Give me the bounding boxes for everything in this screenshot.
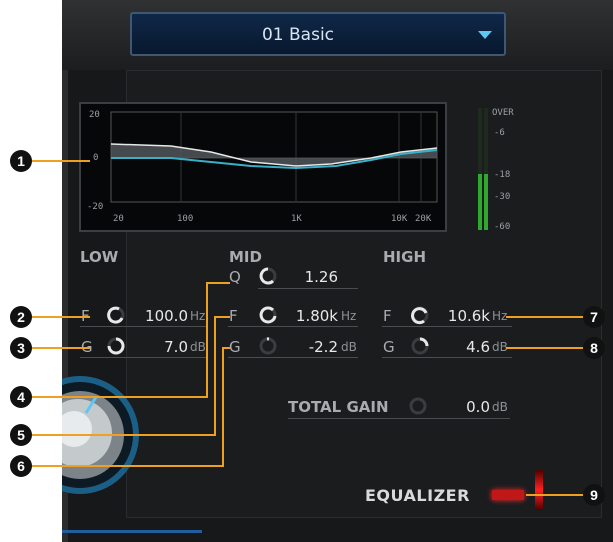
- low-f-value[interactable]: 100.0: [130, 307, 188, 325]
- mid-f-knob[interactable]: [258, 305, 278, 325]
- callout-6: 6: [10, 455, 32, 477]
- mid-f-label: F: [229, 307, 238, 325]
- bottom-accent-bar: [62, 530, 202, 533]
- total-gain-unit: dB: [492, 400, 508, 414]
- band-title-low: LOW: [80, 248, 119, 266]
- callout-5: 5: [10, 424, 32, 446]
- callout-line-1: [32, 160, 90, 162]
- meter-label-30: -30: [494, 192, 511, 202]
- callout-line-5-b: [32, 434, 216, 436]
- high-g-underline: [382, 357, 512, 358]
- equalizer-glow: [535, 470, 543, 510]
- mid-f-unit: Hz: [341, 309, 357, 323]
- mid-q-value[interactable]: 1.26: [290, 268, 338, 286]
- total-gain-knob[interactable]: [408, 396, 428, 416]
- high-f-knob[interactable]: [410, 305, 430, 325]
- mid-q-underline: [258, 288, 358, 289]
- high-f-value[interactable]: 10.6k: [436, 307, 490, 325]
- x-label-1k: 1K: [291, 214, 302, 224]
- callout-line-6-b: [32, 465, 224, 467]
- callout-line-5-v: [214, 316, 216, 436]
- callout-2: 2: [10, 306, 32, 328]
- mid-q-label: Q: [229, 268, 241, 286]
- callout-line-6-v: [222, 347, 224, 467]
- equalizer-label: EQUALIZER: [365, 486, 470, 505]
- total-gain-label: TOTAL GAIN: [288, 398, 389, 416]
- meter-label-18: -18: [494, 170, 511, 180]
- total-gain-underline: [288, 418, 510, 419]
- mid-g-value[interactable]: -2.2: [284, 338, 338, 356]
- callout-line-5-h: [214, 316, 230, 318]
- page-margin-mask: [0, 370, 62, 510]
- low-g-unit: dB: [190, 340, 206, 354]
- callout-line-2: [32, 316, 90, 318]
- callout-1: 1: [10, 150, 32, 172]
- callout-line-9: [526, 494, 584, 496]
- x-label-100: 100: [177, 214, 194, 224]
- x-label-20: 20: [113, 214, 124, 224]
- y-label-bottom: -20: [87, 202, 104, 212]
- mid-q-knob[interactable]: [258, 266, 278, 286]
- level-meter: OVER -6 -18 -30 -60: [474, 104, 524, 234]
- callout-3: 3: [10, 337, 32, 359]
- preset-dropdown[interactable]: 01 Basic: [130, 12, 506, 56]
- mid-g-label: G: [229, 338, 241, 356]
- x-label-10k: 10K: [391, 214, 408, 224]
- y-label-top: 20: [89, 110, 100, 120]
- band-title-high: HIGH: [383, 248, 427, 266]
- total-gain-value[interactable]: 0.0: [436, 398, 490, 416]
- mid-g-underline: [228, 357, 358, 358]
- band-title-mid: MID: [229, 248, 262, 266]
- high-f-underline: [382, 326, 512, 327]
- low-f-unit: Hz: [190, 309, 206, 323]
- callout-line-4-v: [206, 282, 208, 397]
- callout-line-8: [506, 347, 584, 349]
- equalizer-toggle[interactable]: [492, 490, 524, 500]
- meter-label-60: -60: [494, 222, 511, 232]
- chevron-down-icon[interactable]: [478, 31, 492, 39]
- low-f-underline: [80, 326, 208, 327]
- meter-label-over: OVER: [492, 108, 514, 118]
- high-f-label: F: [383, 307, 392, 325]
- callout-line-4-h: [206, 282, 230, 284]
- eq-curve-svg: [110, 111, 438, 203]
- low-g-value[interactable]: 7.0: [130, 338, 188, 356]
- high-g-value[interactable]: 4.6: [436, 338, 490, 356]
- callout-line-3: [32, 347, 90, 349]
- meter-bars: [478, 108, 488, 230]
- mid-f-underline: [228, 326, 358, 327]
- callout-7: 7: [583, 306, 605, 328]
- callout-4: 4: [10, 386, 32, 408]
- callout-line-7: [506, 316, 584, 318]
- mid-g-unit: dB: [341, 340, 357, 354]
- eq-response-graph[interactable]: 20 0 -20 20 100 1K 10K 20K: [79, 102, 447, 232]
- x-label-20k: 20K: [415, 214, 432, 224]
- high-g-label: G: [383, 338, 395, 356]
- mid-g-knob[interactable]: [258, 336, 278, 356]
- y-label-mid: 0: [93, 153, 99, 163]
- high-g-knob[interactable]: [410, 336, 430, 356]
- preset-name: 01 Basic: [261, 25, 335, 45]
- callout-line-4-b: [32, 396, 208, 398]
- low-f-knob[interactable]: [106, 305, 126, 325]
- mid-f-value[interactable]: 1.80k: [284, 307, 338, 325]
- callout-9: 9: [583, 484, 605, 506]
- low-g-knob[interactable]: [106, 336, 126, 356]
- callout-8: 8: [583, 337, 605, 359]
- meter-label-6: -6: [494, 128, 505, 138]
- low-g-underline: [80, 357, 208, 358]
